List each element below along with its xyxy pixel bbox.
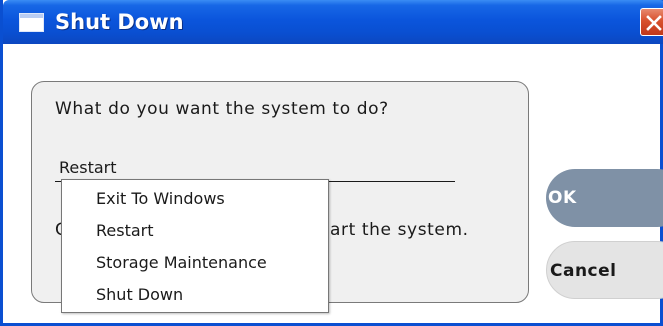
dropdown-item-restart[interactable]: Restart (96, 221, 154, 240)
prompt-text: What do you want the system to do? (55, 99, 389, 119)
action-select[interactable]: Restart (55, 153, 455, 182)
dropdown-item-shut-down[interactable]: Shut Down (96, 285, 183, 304)
action-dropdown-list: Exit To Windows Restart Storage Maintena… (61, 179, 329, 313)
dropdown-item-storage-maintenance[interactable]: Storage Maintenance (96, 253, 267, 272)
cancel-button-label: Cancel (550, 261, 617, 281)
window-icon (19, 13, 44, 32)
action-select-value: Restart (59, 158, 117, 177)
close-button[interactable] (640, 8, 663, 36)
dialog-window: Shut Down What do you want the system to… (0, 0, 663, 326)
close-icon (646, 15, 662, 31)
description-text-end: art the system. (330, 220, 469, 240)
dropdown-item-exit-to-windows[interactable]: Exit To Windows (96, 189, 225, 208)
ok-button-label: OK (548, 188, 577, 208)
ok-button[interactable]: OK (546, 169, 663, 227)
title-bar[interactable]: Shut Down (3, 0, 663, 44)
cancel-button[interactable]: Cancel (546, 241, 663, 299)
window-title: Shut Down (55, 10, 184, 34)
